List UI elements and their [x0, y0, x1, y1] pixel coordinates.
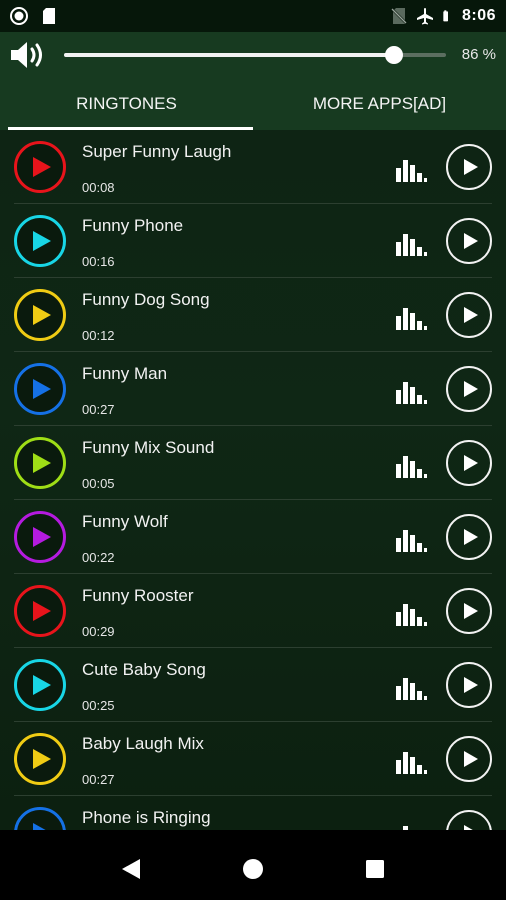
- ringtone-play-icon[interactable]: [14, 585, 66, 637]
- navigation-bar: [0, 838, 506, 900]
- ringtone-play-icon[interactable]: [14, 511, 66, 563]
- ringtone-row[interactable]: Funny Phone 00:16: [0, 204, 506, 278]
- ringtone-play-icon[interactable]: [14, 659, 66, 711]
- play-button[interactable]: [446, 440, 492, 486]
- ringtone-title: Funny Wolf: [82, 512, 168, 531]
- ringtone-row[interactable]: Cute Baby Song 00:25: [0, 648, 506, 722]
- set-ringtone-equalizer-icon[interactable]: [394, 228, 428, 256]
- tab-ringtones-label: RINGTONES: [76, 94, 177, 113]
- ringtone-row[interactable]: Funny Man 00:27: [0, 352, 506, 426]
- ringtone-duration: 00:27: [82, 402, 115, 417]
- recents-square-icon: [366, 860, 384, 878]
- set-ringtone-equalizer-icon[interactable]: [394, 524, 428, 552]
- ringtone-play-icon[interactable]: [14, 289, 66, 341]
- ringtone-row[interactable]: Baby Laugh Mix 00:27: [0, 722, 506, 796]
- tab-bar: RINGTONES MORE APPS[AD]: [0, 78, 506, 130]
- set-ringtone-equalizer-icon[interactable]: [394, 598, 428, 626]
- ringtone-play-icon[interactable]: [14, 733, 66, 785]
- play-button[interactable]: [446, 736, 492, 782]
- ringtone-row[interactable]: Super Funny Laugh 00:08: [0, 130, 506, 204]
- sd-card-icon: [43, 8, 55, 24]
- play-button[interactable]: [446, 810, 492, 830]
- ringtone-title: Phone is Ringing: [82, 808, 211, 827]
- ringtone-duration: 00:12: [82, 328, 115, 343]
- volume-slider[interactable]: [64, 46, 446, 64]
- play-button[interactable]: [446, 144, 492, 190]
- record-icon: [10, 7, 28, 25]
- ringtone-title: Funny Dog Song: [82, 290, 210, 309]
- set-ringtone-equalizer-icon[interactable]: [394, 154, 428, 182]
- play-button[interactable]: [446, 662, 492, 708]
- ringtone-duration: 00:27: [82, 772, 115, 787]
- ringtone-duration: 00:05: [82, 476, 115, 491]
- ringtone-row[interactable]: Funny Wolf 00:22: [0, 500, 506, 574]
- set-ringtone-equalizer-icon[interactable]: [394, 746, 428, 774]
- play-button[interactable]: [446, 218, 492, 264]
- volume-bar: 86 %: [0, 32, 506, 78]
- tab-more-apps[interactable]: MORE APPS[AD]: [253, 78, 506, 130]
- back-button[interactable]: [116, 854, 146, 884]
- ringtone-title: Funny Rooster: [82, 586, 194, 605]
- back-triangle-icon: [122, 859, 140, 879]
- ringtone-play-icon[interactable]: [14, 363, 66, 415]
- set-ringtone-equalizer-icon[interactable]: [394, 376, 428, 404]
- ringtone-title: Cute Baby Song: [82, 660, 206, 679]
- ringtone-play-icon[interactable]: [14, 215, 66, 267]
- volume-slider-fill: [64, 53, 393, 57]
- ringtone-duration: 00:08: [82, 180, 115, 195]
- play-button[interactable]: [446, 292, 492, 338]
- nav-separator: [0, 830, 506, 838]
- tab-ringtones[interactable]: RINGTONES: [0, 78, 253, 130]
- set-ringtone-equalizer-icon[interactable]: [394, 820, 428, 830]
- status-bar: 8:06: [0, 0, 506, 32]
- ringtone-list[interactable]: Super Funny Laugh 00:08 Funny Phone 00:16 Fu…: [0, 130, 506, 830]
- status-time: 8:06: [461, 7, 496, 24]
- airplane-mode-icon: [416, 8, 433, 25]
- battery-icon: [443, 10, 448, 22]
- recents-button[interactable]: [360, 854, 390, 884]
- ringtone-row[interactable]: Funny Rooster 00:29: [0, 574, 506, 648]
- ringtone-title: Baby Laugh Mix: [82, 734, 204, 753]
- ringtone-row[interactable]: Funny Mix Sound 00:05: [0, 426, 506, 500]
- no-sim-icon: [391, 8, 407, 24]
- ringtone-row[interactable]: Funny Dog Song 00:12: [0, 278, 506, 352]
- set-ringtone-equalizer-icon[interactable]: [394, 450, 428, 478]
- ringtone-duration: 00:16: [82, 254, 115, 269]
- ringtone-row[interactable]: Phone is Ringing: [0, 796, 506, 830]
- ringtone-duration: 00:29: [82, 624, 115, 639]
- home-button[interactable]: [238, 854, 268, 884]
- ringtone-title: Funny Man: [82, 364, 168, 383]
- tab-more-apps-label: MORE APPS[AD]: [312, 94, 447, 113]
- speaker-volume-icon[interactable]: [8, 38, 46, 72]
- play-button[interactable]: [446, 366, 492, 412]
- set-ringtone-equalizer-icon[interactable]: [394, 302, 428, 330]
- ringtone-play-icon[interactable]: [14, 141, 66, 193]
- home-circle-icon: [243, 859, 263, 879]
- play-button[interactable]: [446, 588, 492, 634]
- ringtone-duration: 00:25: [82, 698, 115, 713]
- ringtone-title: Super Funny Laugh: [82, 142, 232, 161]
- ringtone-play-icon[interactable]: [14, 807, 66, 830]
- set-ringtone-equalizer-icon[interactable]: [394, 672, 428, 700]
- volume-percent: 86 %: [461, 46, 496, 63]
- ringtone-play-icon[interactable]: [14, 437, 66, 489]
- ringtone-duration: 00:22: [82, 550, 115, 565]
- volume-slider-thumb[interactable]: [385, 46, 403, 64]
- ringtone-title: Funny Phone: [82, 216, 184, 235]
- ringtone-title: Funny Mix Sound: [82, 438, 215, 457]
- play-button[interactable]: [446, 514, 492, 560]
